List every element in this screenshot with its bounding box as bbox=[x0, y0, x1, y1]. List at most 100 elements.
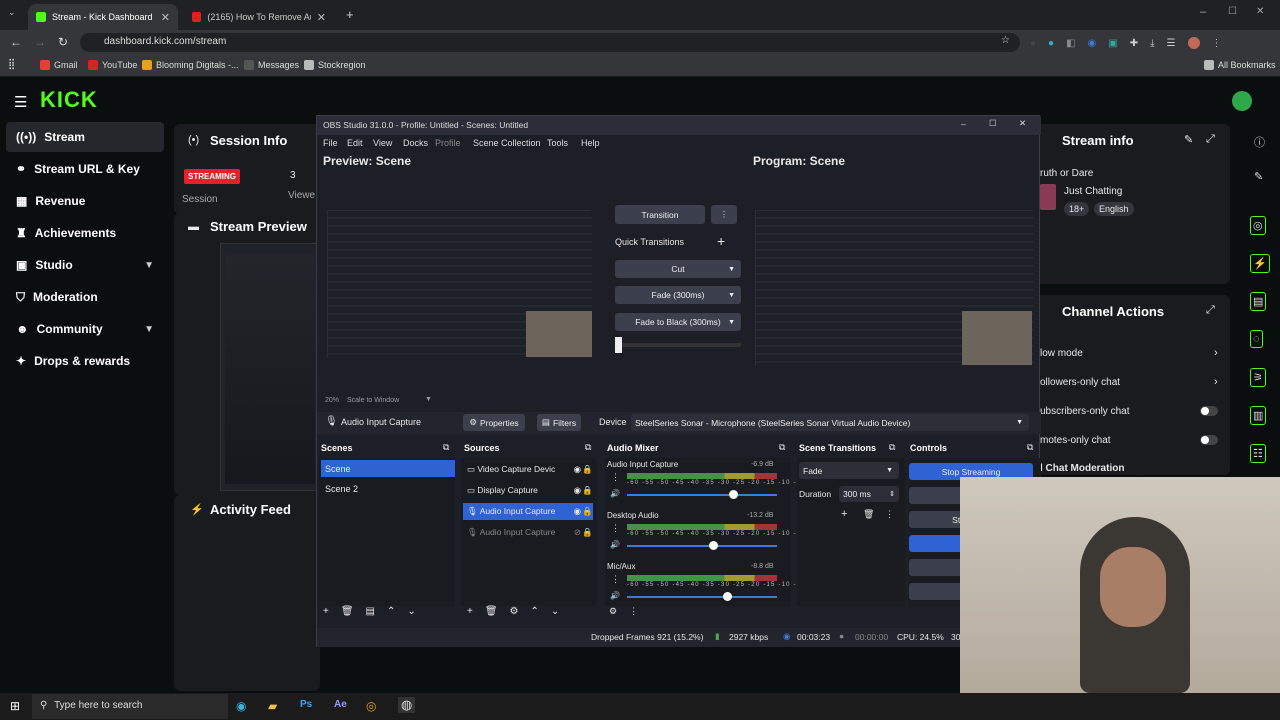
extension-icon[interactable]: ◧ bbox=[1066, 38, 1075, 49]
puzzle-icon[interactable]: ✚ bbox=[1130, 38, 1138, 49]
sidebar-item-drops-rewards[interactable]: ✦ Drops & rewards bbox=[6, 346, 164, 376]
tab-kick-dashboard[interactable]: Stream - Kick Dashboard ✕ bbox=[28, 4, 178, 30]
forward-icon[interactable]: → bbox=[34, 35, 46, 49]
menu-docks[interactable]: Docks bbox=[403, 138, 428, 148]
action-emotes-only[interactable]: motes-only chat bbox=[1040, 435, 1111, 446]
rail-tool-icon[interactable]: ▥ bbox=[1250, 406, 1267, 425]
chevron-right-icon[interactable]: › bbox=[1214, 376, 1218, 388]
menu-tools[interactable]: Tools bbox=[547, 138, 568, 148]
dock-float-icon[interactable]: ⧉ bbox=[889, 442, 895, 453]
after-effects-icon[interactable]: Ae bbox=[334, 699, 347, 710]
sidebar-item-revenue[interactable]: ▦ Revenue bbox=[6, 186, 164, 216]
speaker-icon[interactable]: 🔊 bbox=[610, 591, 620, 600]
file-explorer-icon[interactable]: ▰ bbox=[268, 699, 277, 713]
minimize-icon[interactable]: – bbox=[961, 119, 966, 129]
transition-menu-button[interactable]: ⋮ bbox=[711, 205, 737, 224]
source-item[interactable]: 🎙 Audio Input Capture ◉ 🔒 bbox=[463, 503, 593, 520]
bookmark-messages[interactable]: Messages bbox=[244, 60, 299, 70]
volume-slider-knob[interactable] bbox=[729, 490, 738, 499]
taskbar-search[interactable]: ⚲ Type here to search bbox=[32, 694, 228, 719]
rail-tool-icon[interactable]: ▤ bbox=[1250, 292, 1267, 311]
sidebar-item-moderation[interactable]: ⛉ Moderation bbox=[6, 282, 164, 312]
quick-transition-fade-black[interactable]: Fade to Black (300ms) ▼ bbox=[615, 313, 741, 331]
source-item[interactable]: ▭ Video Capture Devic ◉ 🔒 bbox=[463, 461, 593, 478]
extension-icon[interactable]: ▣ bbox=[1108, 38, 1117, 49]
eye-icon[interactable]: ◉ bbox=[574, 485, 581, 496]
new-tab-icon[interactable]: + bbox=[346, 7, 354, 22]
gear-icon[interactable]: ⚙ bbox=[510, 606, 519, 620]
tab-search-icon[interactable]: ⌄ bbox=[8, 7, 16, 18]
extension-icon[interactable]: ● bbox=[1030, 38, 1036, 49]
stream-preview-video[interactable] bbox=[220, 243, 318, 491]
volume-slider[interactable] bbox=[627, 545, 777, 547]
rail-tool-icon[interactable]: ◌ bbox=[1250, 330, 1263, 348]
scene-item[interactable]: Scene 2 bbox=[321, 480, 455, 497]
device-select[interactable]: SteelSeries Sonar - Microphone (SteelSer… bbox=[631, 414, 1029, 431]
sidebar-item-stream[interactable]: ((•)) Stream bbox=[6, 122, 164, 152]
add-quick-transition-icon[interactable]: + bbox=[717, 233, 725, 249]
preview-display[interactable] bbox=[327, 210, 592, 359]
toggle-switch[interactable] bbox=[1200, 406, 1218, 416]
rail-tool-icon[interactable]: ⚡ bbox=[1250, 254, 1270, 273]
close-icon[interactable]: ✕ bbox=[161, 11, 170, 24]
close-icon[interactable]: ✕ bbox=[1019, 118, 1026, 129]
menu-edit[interactable]: Edit bbox=[347, 138, 363, 148]
chevron-up-icon[interactable]: ⌃ bbox=[387, 606, 395, 620]
extension-icon[interactable]: ● bbox=[1048, 38, 1054, 49]
obs-taskbar-icon[interactable]: ◍ bbox=[398, 697, 416, 713]
rail-tool-icon[interactable]: ☷ bbox=[1250, 444, 1266, 463]
trash-icon[interactable]: 🗑 bbox=[341, 606, 354, 620]
kebab-icon[interactable]: ⋮ bbox=[611, 523, 620, 534]
dock-float-icon[interactable]: ⧉ bbox=[443, 442, 449, 453]
kebab-icon[interactable]: ⋮ bbox=[611, 574, 620, 585]
action-followers-only[interactable]: ollowers-only chat bbox=[1040, 377, 1120, 388]
bookmark-blooming[interactable]: Blooming Digitals -... bbox=[142, 60, 239, 70]
bookmark-gmail[interactable]: Gmail bbox=[40, 60, 78, 70]
bookmark-stockregion[interactable]: Stockregion bbox=[304, 60, 366, 70]
add-icon[interactable]: + bbox=[467, 606, 473, 620]
rail-tool-icon[interactable]: ◎ bbox=[1250, 216, 1266, 235]
bookmark-youtube[interactable]: YouTube bbox=[88, 60, 137, 70]
chevron-right-icon[interactable]: › bbox=[1214, 347, 1218, 359]
popout-icon[interactable]: ⤢ bbox=[1206, 133, 1215, 146]
minimize-icon[interactable]: – bbox=[1200, 6, 1206, 18]
transition-button[interactable]: Transition bbox=[615, 205, 705, 224]
reload-icon[interactable]: ↻ bbox=[58, 35, 68, 49]
edit-icon[interactable]: ✎ bbox=[1184, 133, 1193, 146]
volume-slider-knob[interactable] bbox=[709, 541, 718, 550]
menu-file[interactable]: File bbox=[323, 138, 338, 148]
menu-view[interactable]: View bbox=[373, 138, 392, 148]
windows-start-icon[interactable]: ⊞ bbox=[10, 699, 20, 713]
hamburger-icon[interactable]: ☰ bbox=[14, 93, 27, 111]
chrome-icon[interactable]: ◎ bbox=[366, 699, 376, 713]
trash-icon[interactable]: 🗑 bbox=[485, 606, 498, 620]
close-icon[interactable]: ✕ bbox=[317, 11, 326, 24]
dock-float-icon[interactable]: ⧉ bbox=[779, 442, 785, 453]
url-bar[interactable]: dashboard.kick.com/stream ☆ bbox=[80, 33, 1020, 52]
action-slow-mode[interactable]: low mode bbox=[1040, 348, 1083, 359]
sidebar-item-studio[interactable]: ▣ Studio ▼ bbox=[6, 250, 164, 280]
duration-input[interactable]: 300 ms ⇕ bbox=[839, 486, 899, 502]
eye-icon[interactable]: ◉ bbox=[574, 506, 581, 517]
scene-item[interactable]: Scene bbox=[321, 460, 455, 477]
sidebar-item-achievements[interactable]: ♜ Achievements bbox=[6, 218, 164, 248]
lock-icon[interactable]: 🔒 bbox=[582, 506, 593, 517]
menu-icon[interactable]: ⋮ bbox=[1212, 38, 1222, 49]
photoshop-icon[interactable]: Ps bbox=[300, 699, 312, 710]
lock-icon[interactable]: 🔒 bbox=[582, 485, 593, 496]
t-bar-handle[interactable] bbox=[615, 337, 622, 353]
source-item[interactable]: 🎙 Audio Input Capture ⊘ 🔒 bbox=[463, 524, 593, 541]
apps-icon[interactable]: ⣿ bbox=[8, 59, 15, 70]
back-icon[interactable]: ← bbox=[10, 35, 22, 49]
dock-float-icon[interactable]: ⧉ bbox=[585, 442, 591, 453]
t-bar-slider[interactable] bbox=[615, 337, 741, 353]
quick-transition-fade[interactable]: Fade (300ms) ▼ bbox=[615, 286, 741, 304]
dock-float-icon[interactable]: ⧉ bbox=[1027, 442, 1033, 453]
chevron-down-icon[interactable]: ▼ bbox=[425, 396, 432, 403]
download-icon[interactable]: ⤓ bbox=[1150, 38, 1154, 49]
eye-icon[interactable]: ◉ bbox=[574, 464, 581, 475]
filter-icon[interactable]: ▤ bbox=[366, 606, 375, 620]
add-icon[interactable]: + bbox=[323, 606, 329, 620]
quick-transition-cut[interactable]: Cut ▼ bbox=[615, 260, 741, 278]
profile-avatar[interactable] bbox=[1187, 37, 1200, 49]
